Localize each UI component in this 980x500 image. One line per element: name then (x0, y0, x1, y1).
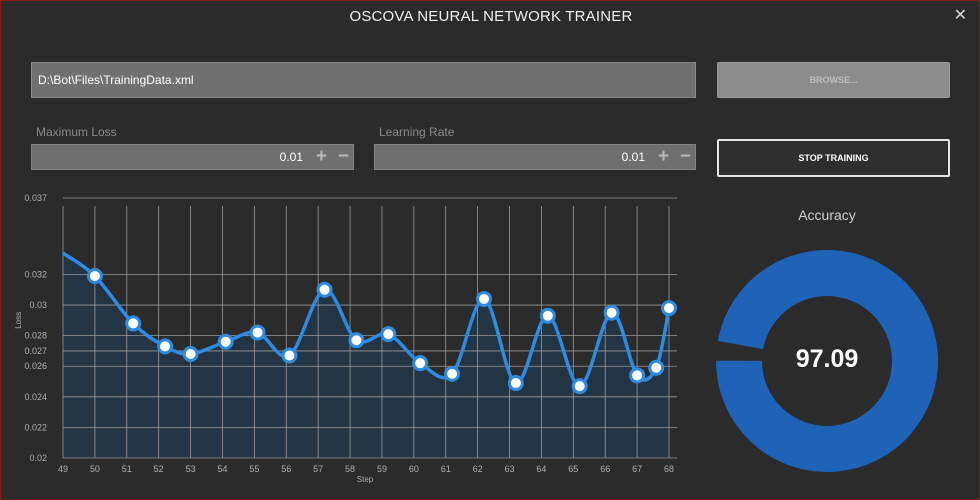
data-point (125, 315, 142, 332)
data-point (603, 304, 620, 321)
x-tick-label: 59 (377, 464, 387, 474)
minus-icon[interactable]: − (680, 147, 691, 167)
plus-icon[interactable]: + (316, 147, 327, 167)
data-point (648, 359, 665, 376)
x-tick-label: 66 (600, 464, 610, 474)
data-point (507, 375, 524, 392)
app-window: OSCOVA NEURAL NETWORK TRAINER ✕ BROWSE..… (0, 0, 980, 500)
y-tick-label: 0.022 (24, 422, 47, 432)
x-tick-label: 49 (58, 464, 68, 474)
learning-rate-field[interactable]: 0.01 + − (374, 144, 696, 170)
x-tick-label: 62 (473, 464, 483, 474)
data-point (348, 332, 365, 349)
y-tick-label: 0.024 (24, 392, 47, 402)
x-tick-label: 68 (664, 464, 674, 474)
x-tick-label: 55 (249, 464, 259, 474)
x-tick-label: 64 (536, 464, 546, 474)
x-axis-title: Step (357, 475, 374, 484)
plus-icon[interactable]: + (658, 147, 669, 167)
y-tick-label: 0.032 (24, 269, 47, 279)
stop-training-button[interactable]: STOP TRAINING (717, 139, 950, 177)
x-tick-label: 54 (217, 464, 227, 474)
data-point (539, 307, 556, 324)
accuracy-title: Accuracy (798, 207, 856, 223)
x-tick-label: 56 (281, 464, 291, 474)
maximum-loss-field[interactable]: 0.01 + − (31, 144, 354, 170)
x-tick-label: 58 (345, 464, 355, 474)
x-tick-label: 60 (409, 464, 419, 474)
x-tick-label: 53 (186, 464, 196, 474)
data-point (86, 268, 103, 284)
file-path-input[interactable] (31, 62, 696, 98)
learning-rate-label: Learning Rate (379, 125, 455, 139)
x-tick-label: 57 (313, 464, 323, 474)
data-point (380, 326, 397, 343)
browse-button[interactable]: BROWSE... (717, 62, 950, 98)
minus-icon[interactable]: − (338, 147, 349, 167)
data-point (412, 355, 429, 372)
data-point (157, 338, 174, 355)
x-tick-label: 51 (122, 464, 132, 474)
data-point (316, 281, 333, 298)
data-point (571, 378, 588, 395)
data-point (249, 324, 266, 341)
x-tick-label: 52 (154, 464, 164, 474)
y-tick-label: 0.027 (24, 346, 47, 356)
close-icon[interactable]: ✕ (954, 7, 967, 25)
window-title: OSCOVA NEURAL NETWORK TRAINER (349, 8, 633, 25)
y-tick-label: 0.037 (24, 193, 47, 203)
data-point (182, 346, 199, 362)
data-point (476, 290, 493, 307)
loss-chart: 0.02 0.022 0.024 0.026 0.027 0.028 0.03 0.032 0.… (14, 193, 677, 484)
x-tick-label: 63 (505, 464, 515, 474)
y-tick-label: 0.028 (24, 331, 47, 341)
learning-rate-value: 0.01 (621, 150, 645, 164)
data-point (444, 365, 461, 382)
y-tick-label: 0.03 (29, 300, 47, 310)
data-point (217, 333, 234, 350)
data-point (629, 367, 646, 384)
y-tick-label: 0.02 (29, 453, 47, 463)
maximum-loss-value: 0.01 (279, 150, 303, 164)
x-tick-label: 65 (568, 464, 578, 474)
data-point (661, 300, 677, 317)
accuracy-value: 97.09 (795, 345, 859, 373)
x-tick-label: 50 (90, 464, 100, 474)
data-point (281, 347, 298, 364)
y-axis-title: Loss (14, 312, 23, 329)
maximum-loss-label: Maximum Loss (36, 125, 117, 139)
x-tick-label: 67 (632, 464, 642, 474)
y-tick-label: 0.026 (24, 361, 47, 371)
x-tick-label: 61 (441, 464, 451, 474)
